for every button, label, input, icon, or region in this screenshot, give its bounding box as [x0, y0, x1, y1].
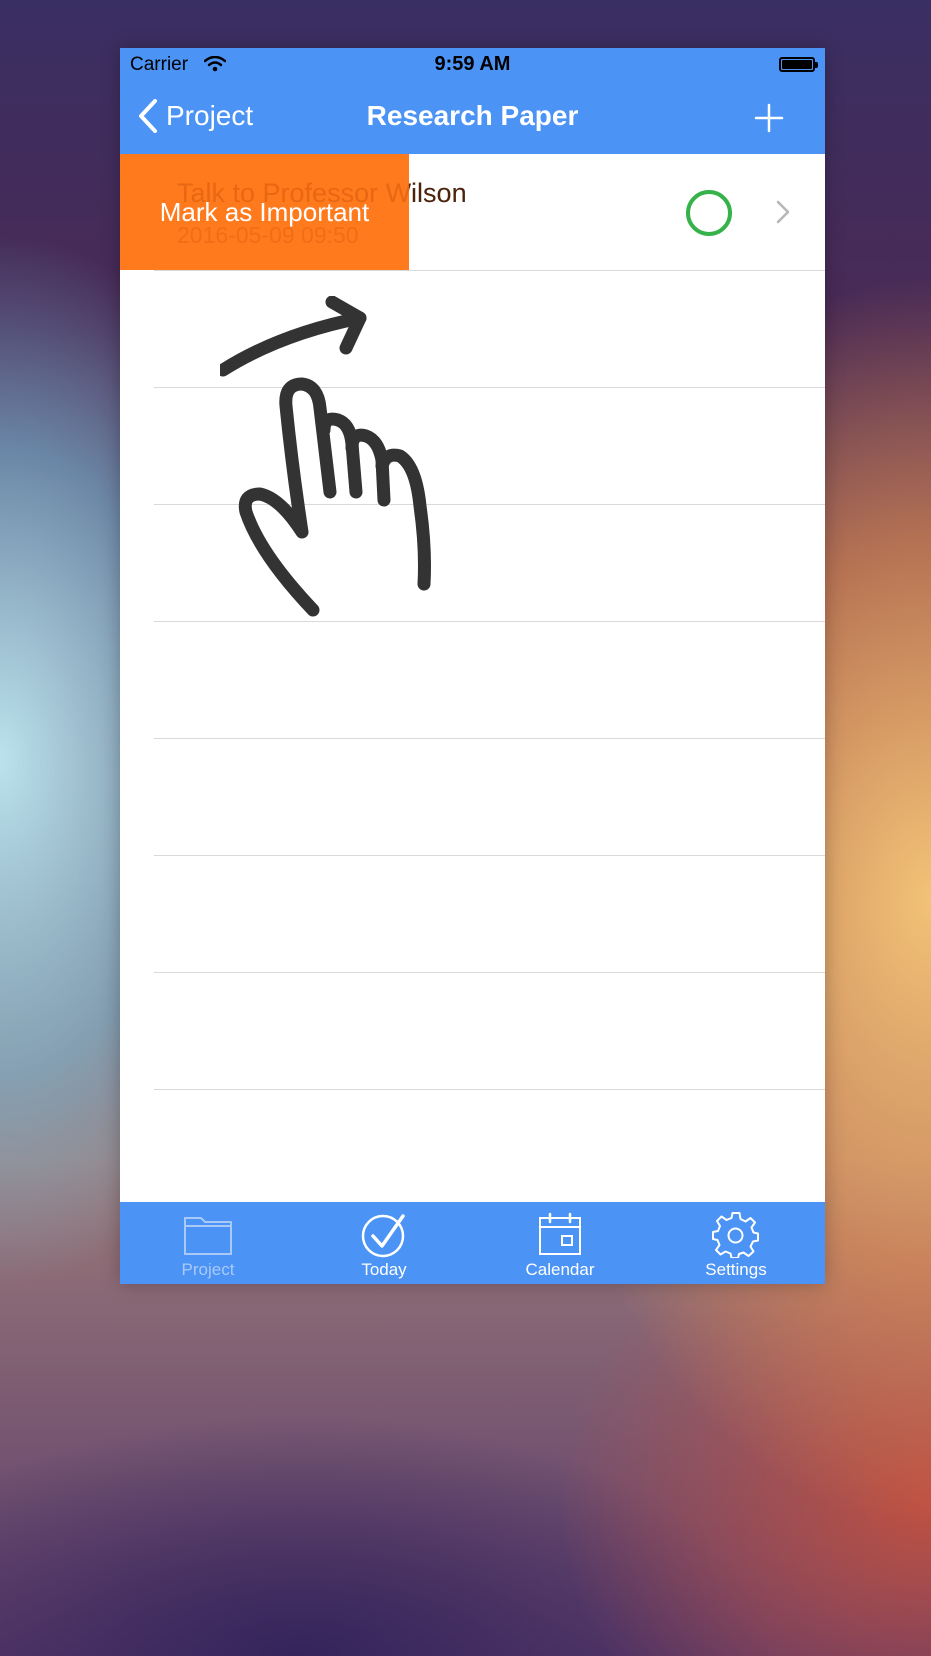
empty-row — [120, 856, 825, 973]
gear-icon — [712, 1212, 759, 1258]
tab-project-label: Project — [181, 1260, 235, 1279]
add-button[interactable] — [753, 102, 785, 134]
mark-important-label: Mark as Important — [159, 196, 370, 227]
calendar-icon — [539, 1212, 581, 1255]
battery-icon — [779, 57, 818, 72]
tab-bar: Project Today Calendar Settings — [120, 1202, 825, 1284]
tab-project[interactable]: Project — [120, 1202, 296, 1284]
row-separator — [154, 1089, 825, 1090]
tab-settings-label: Settings — [705, 1260, 767, 1279]
empty-row — [120, 622, 825, 739]
empty-row — [120, 973, 825, 1090]
status-bar: Carrier 9:59 AM — [120, 48, 825, 82]
plus-icon — [754, 103, 784, 133]
tab-calendar[interactable]: Calendar — [472, 1202, 648, 1284]
mark-important-button[interactable]: Talk to Professor Wilson 2016-05-09 09:5… — [120, 154, 467, 270]
page-title: Research Paper — [366, 100, 579, 131]
swipe-gesture-hand-icon — [220, 296, 431, 617]
clock: 9:59 AM — [434, 53, 511, 75]
tab-today-label: Today — [361, 1260, 407, 1279]
phone-screen: Carrier 9:59 AM Project Research Paper W… — [120, 48, 825, 1284]
check-circle-icon — [361, 1214, 405, 1258]
task-status-circle[interactable] — [686, 190, 732, 236]
tab-settings[interactable]: Settings — [648, 1202, 824, 1284]
tab-today[interactable]: Today — [296, 1202, 472, 1284]
folder-icon — [184, 1217, 232, 1255]
navigation-bar: Project Research Paper — [120, 82, 825, 154]
task-row[interactable]: Talk to Professor Wilson 2016-05-09 09:5… — [120, 154, 825, 271]
empty-row — [120, 739, 825, 856]
tab-calendar-label: Calendar — [525, 1260, 595, 1279]
chevron-right-icon — [776, 200, 790, 224]
